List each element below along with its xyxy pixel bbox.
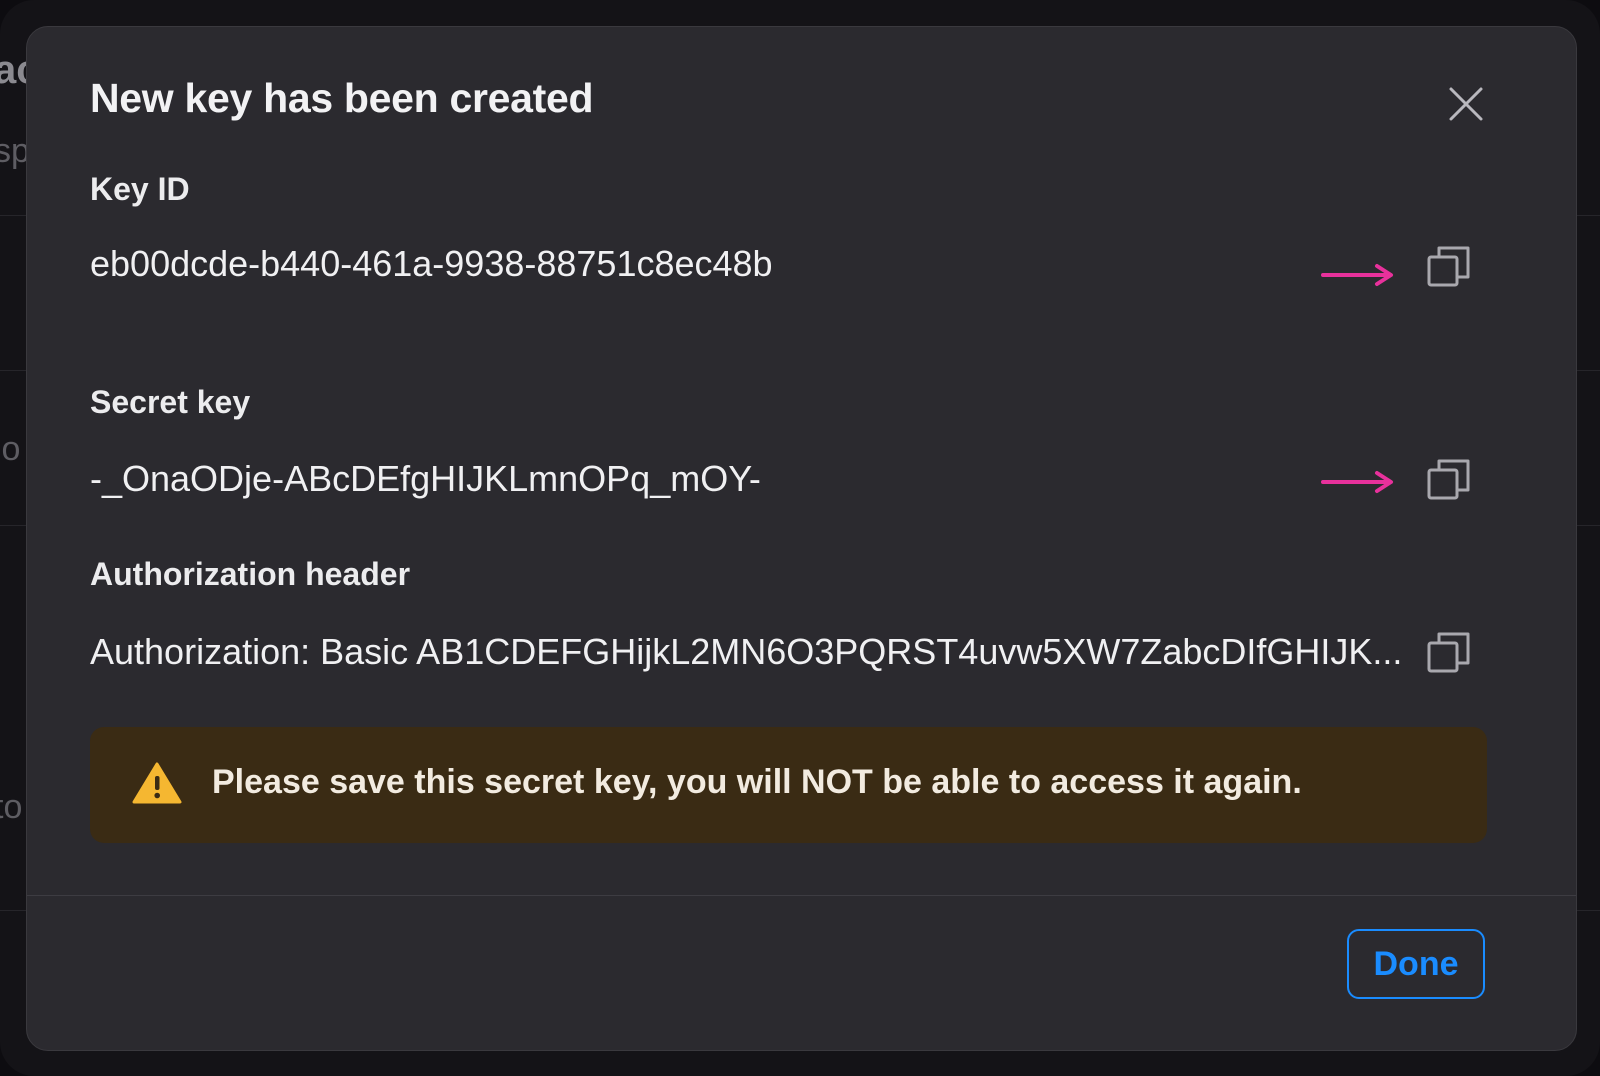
done-button[interactable]: Done xyxy=(1347,929,1485,999)
authorization-header-value: Authorization: Basic AB1CDEFGHijkL2MN6O3… xyxy=(90,631,1403,672)
warning-icon xyxy=(132,762,182,804)
copy-secret-key-button[interactable] xyxy=(1425,456,1473,504)
secret-key-label: Secret key xyxy=(90,384,251,420)
copy-icon xyxy=(1427,459,1470,500)
key-id-value: eb00dcde-b440-461a-9938-88751c8ec48b xyxy=(90,243,773,284)
copy-authorization-header-button[interactable] xyxy=(1425,629,1473,677)
dialog-title: New key has been created xyxy=(90,75,594,121)
annotation-arrow-icon xyxy=(1321,264,1393,286)
footer-divider xyxy=(27,895,1576,896)
key-created-dialog: New key has been created Key ID eb00dcde… xyxy=(26,26,1577,1051)
secret-key-value: -_OnaODje-ABcDEfgHIJKLmnOPq_mOY- xyxy=(90,458,761,499)
background-text-fragment: io xyxy=(0,430,21,468)
warning-text: Please save this secret key, you will NO… xyxy=(212,763,1302,801)
copy-key-id-button[interactable] xyxy=(1425,243,1473,291)
warning-banner: Please save this secret key, you will NO… xyxy=(90,727,1487,843)
annotation-arrow-icon xyxy=(1321,471,1393,493)
close-button[interactable] xyxy=(1443,81,1489,127)
copy-icon xyxy=(1427,246,1470,287)
copy-icon xyxy=(1427,632,1470,673)
background-text-fragment: to xyxy=(0,788,23,826)
close-icon xyxy=(1449,87,1483,121)
authorization-header-label: Authorization header xyxy=(90,556,411,592)
key-id-label: Key ID xyxy=(90,171,190,207)
